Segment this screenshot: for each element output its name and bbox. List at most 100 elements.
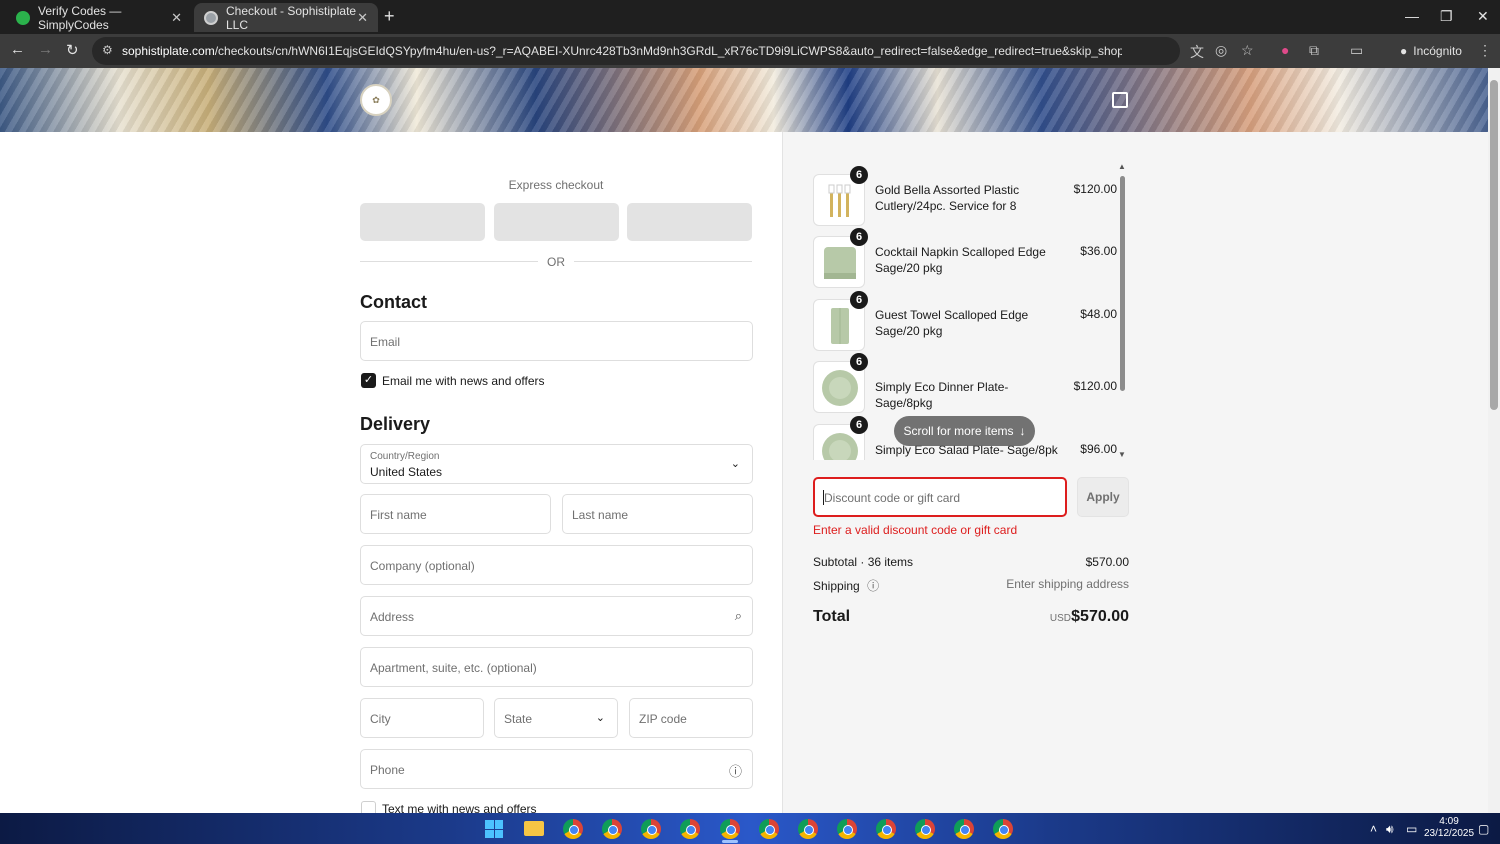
file-explorer-icon[interactable] bbox=[524, 821, 544, 836]
chrome-app-icon[interactable] bbox=[641, 819, 661, 839]
menu-kebab-icon[interactable]: ⋮ bbox=[1478, 42, 1492, 59]
extension-simplycodes-icon[interactable]: ● bbox=[1281, 42, 1289, 58]
cutlery-image bbox=[828, 184, 851, 217]
state-select[interactable]: State ⌄ bbox=[494, 698, 618, 738]
bookmark-star-icon[interactable]: ☆ bbox=[1241, 42, 1254, 59]
side-panel-icon[interactable]: ▭ bbox=[1350, 42, 1363, 59]
tab-title: Verify Codes — SimplyCodes bbox=[38, 3, 122, 32]
chrome-app-icon[interactable] bbox=[993, 819, 1013, 839]
checkout-page: ✿ Express checkout OR Contact Email ✓ Em… bbox=[0, 68, 1488, 813]
clock-date: 23/12/2025 bbox=[1424, 828, 1475, 839]
minimize-icon[interactable]: — bbox=[1405, 8, 1419, 24]
address-field[interactable]: Address ⌕ bbox=[360, 596, 753, 636]
zip-field[interactable]: ZIP code bbox=[629, 698, 753, 738]
email-field[interactable]: Email bbox=[360, 321, 753, 361]
close-window-icon[interactable]: ✕ bbox=[1477, 8, 1489, 25]
volume-icon[interactable]: 🔊︎ bbox=[1386, 822, 1394, 837]
site-info-icon[interactable]: ⚙ bbox=[102, 43, 116, 57]
display-icon[interactable]: ▭ bbox=[1406, 822, 1417, 836]
chrome-app-icon[interactable] bbox=[720, 819, 740, 839]
incognito-icon: ● bbox=[1400, 44, 1408, 58]
cart-icon[interactable] bbox=[1112, 92, 1128, 108]
shipping-label: Shipping bbox=[813, 579, 860, 593]
help-circle-icon[interactable]: ⓘ bbox=[729, 761, 742, 780]
country-select[interactable]: Country/Region United States ⌄ bbox=[360, 444, 753, 484]
help-circle-icon[interactable]: ⓘ bbox=[867, 579, 879, 593]
last-name-field[interactable]: Last name bbox=[562, 494, 753, 534]
scroll-up-icon[interactable]: ▲ bbox=[1118, 162, 1126, 171]
scroll-down-icon[interactable]: ▼ bbox=[1118, 450, 1126, 459]
quantity-badge: 6 bbox=[850, 228, 868, 246]
shipping-value: Enter shipping address bbox=[1006, 577, 1129, 591]
or-label: OR bbox=[547, 255, 565, 269]
new-tab-icon[interactable]: + bbox=[384, 6, 395, 27]
chrome-app-icon[interactable] bbox=[563, 819, 583, 839]
subtotal-row: Subtotal · 36 items $570.00 bbox=[813, 555, 1129, 569]
shipping-row: Shipping ⓘ Enter shipping address bbox=[813, 577, 1129, 594]
scroll-more-label: Scroll for more items bbox=[903, 424, 1014, 438]
quantity-badge: 6 bbox=[850, 291, 868, 309]
header-banner bbox=[0, 68, 1488, 132]
company-field[interactable]: Company (optional) bbox=[360, 545, 753, 585]
chrome-app-icon[interactable] bbox=[915, 819, 935, 839]
line-items-scrollbar[interactable]: ▲ ▼ bbox=[1118, 162, 1127, 460]
chrome-app-icon[interactable] bbox=[876, 819, 896, 839]
restore-icon[interactable]: ❐ bbox=[1440, 8, 1453, 25]
extensions-puzzle-icon[interactable]: ⧉ bbox=[1309, 42, 1319, 59]
delivery-heading: Delivery bbox=[360, 414, 431, 434]
chrome-app-icon[interactable] bbox=[954, 819, 974, 839]
page-scrollbar-thumb[interactable] bbox=[1490, 80, 1498, 410]
first-name-field[interactable]: First name bbox=[360, 494, 551, 534]
apply-discount-button[interactable]: Apply bbox=[1077, 477, 1129, 517]
discount-code-field[interactable]: Discount code or gift card bbox=[813, 477, 1067, 517]
text-news-checkbox[interactable] bbox=[361, 801, 376, 813]
country-value: United States bbox=[370, 465, 443, 479]
windows-start-icon[interactable] bbox=[485, 820, 503, 838]
tab-checkout[interactable]: Checkout - Sophistiplate LLC ✕ bbox=[194, 3, 378, 32]
express-pay-button-1[interactable] bbox=[360, 203, 485, 241]
apartment-field[interactable]: Apartment, suite, etc. (optional) bbox=[360, 647, 753, 687]
translate-icon[interactable]: 文 bbox=[1190, 42, 1204, 62]
scroll-more-button[interactable]: Scroll for more items ↓ bbox=[894, 416, 1035, 446]
chrome-app-icon[interactable] bbox=[798, 819, 818, 839]
chrome-app-icon[interactable] bbox=[602, 819, 622, 839]
close-tab-icon[interactable]: ✕ bbox=[357, 10, 368, 26]
close-tab-icon[interactable]: ✕ bbox=[171, 10, 182, 26]
chevron-up-icon[interactable]: ˄ bbox=[1370, 822, 1377, 836]
chrome-app-icon[interactable] bbox=[837, 819, 857, 839]
clock-time: 4:09 bbox=[1439, 816, 1459, 827]
incognito-indicator[interactable]: ● Incógnito bbox=[1392, 40, 1470, 62]
eye-slash-icon[interactable]: ◎ bbox=[1215, 42, 1227, 59]
napkin-image bbox=[824, 247, 856, 279]
express-pay-button-3[interactable] bbox=[627, 203, 752, 241]
tab-simplycodes[interactable]: Verify Codes — SimplyCodes ✕ bbox=[6, 3, 192, 32]
back-icon[interactable]: ← bbox=[10, 41, 25, 58]
url-text: sophistiplate.com/checkouts/cn/hWN6I1Eqj… bbox=[122, 44, 1122, 58]
total-label: Total bbox=[813, 608, 851, 625]
or-divider-right bbox=[574, 261, 752, 262]
city-field[interactable]: City bbox=[360, 698, 484, 738]
chrome-app-icon[interactable] bbox=[759, 819, 779, 839]
phone-placeholder: Phone bbox=[370, 763, 405, 777]
scrollbar-thumb[interactable] bbox=[1120, 176, 1125, 391]
address-bar[interactable]: ⚙ sophistiplate.com/checkouts/cn/hWN6I1E… bbox=[92, 37, 1180, 65]
discount-placeholder: Discount code or gift card bbox=[824, 491, 961, 505]
quantity-badge: 6 bbox=[850, 353, 868, 371]
phone-field[interactable]: Phone ⓘ bbox=[360, 749, 753, 789]
browser-toolbar: ← → ↻ ⚙ sophistiplate.com/checkouts/cn/h… bbox=[0, 34, 1500, 68]
store-logo[interactable]: ✿ bbox=[360, 84, 392, 116]
active-app-indicator bbox=[722, 840, 738, 843]
state-placeholder: State bbox=[504, 712, 533, 726]
system-clock[interactable]: 4:09 23/12/2025 bbox=[1424, 816, 1474, 840]
discount-error-message: Enter a valid discount code or gift card bbox=[813, 523, 1018, 537]
text-news-label: Text me with news and offers bbox=[382, 802, 537, 813]
forward-icon[interactable]: → bbox=[38, 41, 53, 58]
email-news-checkbox[interactable]: ✓ bbox=[361, 373, 376, 388]
express-pay-button-2[interactable] bbox=[494, 203, 619, 241]
line-item: 6 Guest Towel Scalloped Edge Sage/20 pkg… bbox=[813, 291, 1129, 351]
notification-icon[interactable]: ▢ bbox=[1478, 822, 1489, 836]
contact-heading: Contact bbox=[360, 292, 427, 312]
reload-icon[interactable]: ↻ bbox=[66, 41, 79, 59]
chrome-app-icon[interactable] bbox=[680, 819, 700, 839]
express-checkout-label: Express checkout bbox=[508, 178, 604, 192]
